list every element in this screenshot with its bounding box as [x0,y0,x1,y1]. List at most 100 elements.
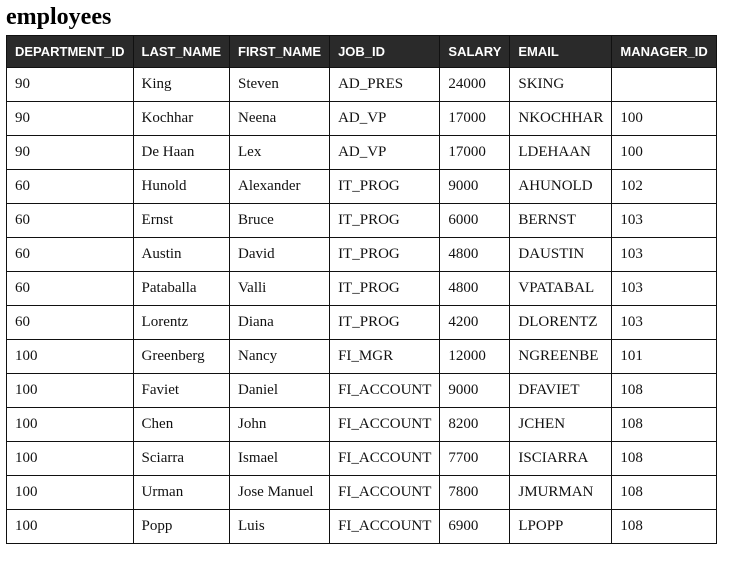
cell-manager-id: 103 [612,238,716,272]
table-row[interactable]: 90KochharNeenaAD_VP17000NKOCHHAR100 [7,102,717,136]
cell-department-id: 60 [7,306,134,340]
cell-first-name: Valli [230,272,330,306]
cell-manager-id: 108 [612,408,716,442]
table-row[interactable]: 60ErnstBruceIT_PROG6000BERNST103 [7,204,717,238]
col-job-id[interactable]: JOB_ID [330,36,440,68]
cell-email: VPATABAL [510,272,612,306]
table-row[interactable]: 100UrmanJose ManuelFI_ACCOUNT7800JMURMAN… [7,476,717,510]
cell-last-name: De Haan [133,136,229,170]
cell-first-name: Bruce [230,204,330,238]
col-department-id[interactable]: DEPARTMENT_ID [7,36,134,68]
cell-job-id: IT_PROG [330,204,440,238]
cell-job-id: IT_PROG [330,306,440,340]
cell-first-name: Lex [230,136,330,170]
cell-salary: 4800 [440,238,510,272]
table-row[interactable]: 60LorentzDianaIT_PROG4200DLORENTZ103 [7,306,717,340]
table-row[interactable]: 60HunoldAlexanderIT_PROG9000AHUNOLD102 [7,170,717,204]
col-salary[interactable]: SALARY [440,36,510,68]
cell-job-id: IT_PROG [330,170,440,204]
cell-job-id: FI_ACCOUNT [330,442,440,476]
cell-job-id: FI_ACCOUNT [330,408,440,442]
cell-last-name: Chen [133,408,229,442]
cell-email: NGREENBE [510,340,612,374]
cell-job-id: FI_ACCOUNT [330,476,440,510]
cell-first-name: Jose Manuel [230,476,330,510]
cell-email: DFAVIET [510,374,612,408]
cell-last-name: Sciarra [133,442,229,476]
cell-department-id: 100 [7,476,134,510]
cell-last-name: Greenberg [133,340,229,374]
cell-job-id: FI_ACCOUNT [330,374,440,408]
cell-department-id: 100 [7,374,134,408]
cell-email: ISCIARRA [510,442,612,476]
scroll-viewport[interactable]: employees DEPARTMENT_ID LAST_NAME FIRST_… [0,0,733,567]
cell-manager-id [612,68,716,102]
cell-manager-id: 103 [612,204,716,238]
cell-salary: 4200 [440,306,510,340]
cell-email: BERNST [510,204,612,238]
table-row[interactable]: 60PataballaValliIT_PROG4800VPATABAL103 [7,272,717,306]
col-last-name[interactable]: LAST_NAME [133,36,229,68]
cell-department-id: 60 [7,272,134,306]
table-row[interactable]: 100SciarraIsmaelFI_ACCOUNT7700ISCIARRA10… [7,442,717,476]
col-manager-id[interactable]: MANAGER_ID [612,36,716,68]
cell-first-name: David [230,238,330,272]
cell-first-name: Luis [230,510,330,544]
content: employees DEPARTMENT_ID LAST_NAME FIRST_… [0,0,733,548]
cell-last-name: Ernst [133,204,229,238]
cell-salary: 17000 [440,102,510,136]
employees-table: DEPARTMENT_ID LAST_NAME FIRST_NAME JOB_I… [6,35,717,544]
cell-salary: 7700 [440,442,510,476]
cell-last-name: King [133,68,229,102]
table-row[interactable]: 90KingStevenAD_PRES24000SKING [7,68,717,102]
cell-department-id: 100 [7,340,134,374]
cell-salary: 7800 [440,476,510,510]
cell-department-id: 100 [7,510,134,544]
col-email[interactable]: EMAIL [510,36,612,68]
cell-first-name: Steven [230,68,330,102]
cell-email: NKOCHHAR [510,102,612,136]
cell-job-id: IT_PROG [330,238,440,272]
cell-job-id: IT_PROG [330,272,440,306]
cell-email: LPOPP [510,510,612,544]
cell-manager-id: 102 [612,170,716,204]
cell-manager-id: 103 [612,272,716,306]
cell-last-name: Kochhar [133,102,229,136]
header-row: DEPARTMENT_ID LAST_NAME FIRST_NAME JOB_I… [7,36,717,68]
cell-manager-id: 108 [612,476,716,510]
cell-first-name: John [230,408,330,442]
cell-salary: 24000 [440,68,510,102]
cell-manager-id: 100 [612,102,716,136]
cell-department-id: 60 [7,170,134,204]
cell-first-name: Ismael [230,442,330,476]
cell-last-name: Urman [133,476,229,510]
cell-manager-id: 101 [612,340,716,374]
cell-first-name: Alexander [230,170,330,204]
table-row[interactable]: 100ChenJohnFI_ACCOUNT8200JCHEN108 [7,408,717,442]
table-row[interactable]: 60AustinDavidIT_PROG4800DAUSTIN103 [7,238,717,272]
cell-last-name: Austin [133,238,229,272]
cell-first-name: Nancy [230,340,330,374]
col-first-name[interactable]: FIRST_NAME [230,36,330,68]
table-row[interactable]: 100GreenbergNancyFI_MGR12000NGREENBE101 [7,340,717,374]
table-row[interactable]: 90De HaanLexAD_VP17000LDEHAAN100 [7,136,717,170]
table-row[interactable]: 100FavietDanielFI_ACCOUNT9000DFAVIET108 [7,374,717,408]
table-header: DEPARTMENT_ID LAST_NAME FIRST_NAME JOB_I… [7,36,717,68]
cell-last-name: Hunold [133,170,229,204]
cell-last-name: Faviet [133,374,229,408]
cell-email: LDEHAAN [510,136,612,170]
cell-email: DLORENTZ [510,306,612,340]
cell-last-name: Pataballa [133,272,229,306]
table-body: 90KingStevenAD_PRES24000SKING90KochharNe… [7,68,717,544]
cell-manager-id: 108 [612,442,716,476]
cell-email: SKING [510,68,612,102]
cell-department-id: 90 [7,68,134,102]
cell-salary: 8200 [440,408,510,442]
table-row[interactable]: 100PoppLuisFI_ACCOUNT6900LPOPP108 [7,510,717,544]
cell-first-name: Daniel [230,374,330,408]
cell-department-id: 90 [7,136,134,170]
cell-manager-id: 108 [612,374,716,408]
cell-department-id: 60 [7,204,134,238]
cell-salary: 6900 [440,510,510,544]
cell-job-id: FI_MGR [330,340,440,374]
